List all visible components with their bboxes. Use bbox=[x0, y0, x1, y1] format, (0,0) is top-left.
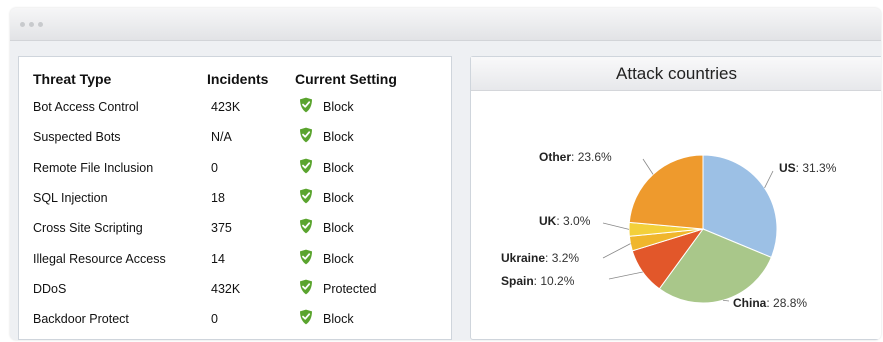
pie-leader-line bbox=[642, 158, 654, 175]
incidents-cell: 423K bbox=[211, 100, 241, 114]
title-bar bbox=[10, 8, 881, 41]
threat-type-cell: Illegal Resource Access bbox=[33, 251, 166, 266]
threat-type-cell: Backdoor Protect bbox=[33, 312, 129, 327]
header-current-setting: Current Setting bbox=[295, 71, 397, 87]
threat-table: Threat Type Incidents Current Setting Bo… bbox=[18, 56, 452, 340]
attack-countries-panel: Attack countries US: 31.3% China: 28.8% Sp… bbox=[470, 56, 881, 340]
table-row[interactable]: Cross Site Scripting 375 Block bbox=[19, 214, 451, 244]
incidents-cell: 0 bbox=[211, 312, 218, 327]
threat-type-cell: Cross Site Scripting bbox=[33, 221, 143, 236]
shield-check-icon bbox=[300, 188, 312, 204]
setting-cell[interactable]: Block bbox=[323, 312, 354, 326]
shield-check-icon bbox=[300, 249, 312, 264]
incidents-cell: 18 bbox=[211, 190, 225, 205]
table-row[interactable]: Suspected Bots N/A Block bbox=[19, 123, 451, 153]
pie-leader-line bbox=[722, 299, 730, 302]
setting-cell[interactable]: Block bbox=[323, 191, 354, 205]
threat-type-cell: SQL Injection bbox=[33, 190, 108, 205]
window-dot-icon[interactable] bbox=[38, 22, 43, 27]
setting-cell[interactable]: Block bbox=[323, 130, 354, 144]
setting-cell[interactable]: Protected bbox=[323, 282, 377, 296]
window-dot-icon[interactable] bbox=[20, 22, 25, 27]
table-row[interactable]: SQL Injection 18 Block bbox=[19, 184, 451, 214]
pie-label-spain: Spain: 10.2% bbox=[501, 274, 575, 288]
shield-check-icon bbox=[300, 127, 312, 143]
header-incidents: Incidents bbox=[207, 71, 269, 87]
incidents-cell: 0 bbox=[211, 160, 218, 175]
window-dot-icon[interactable] bbox=[29, 22, 34, 27]
shield-check-icon bbox=[300, 97, 312, 113]
shield-check-icon bbox=[300, 218, 312, 234]
threat-type-cell: Bot Access Control bbox=[33, 100, 139, 114]
threat-type-cell: Remote File Inclusion bbox=[33, 160, 154, 175]
table-row[interactable]: Bot Access Control 423K Block bbox=[19, 93, 451, 123]
incidents-cell: 375 bbox=[211, 221, 232, 236]
table-row[interactable]: Backdoor Protect 0 Block bbox=[19, 305, 451, 335]
pie-label-uk: UK: 3.0% bbox=[539, 214, 591, 228]
header-threat-type: Threat Type bbox=[33, 71, 112, 87]
shield-check-icon bbox=[300, 309, 312, 325]
setting-cell[interactable]: Block bbox=[323, 100, 354, 114]
pie-leader-line bbox=[602, 243, 631, 259]
pie-leader-line bbox=[602, 222, 630, 230]
incidents-cell: 432K bbox=[211, 281, 241, 296]
shield-check-icon bbox=[300, 279, 312, 295]
pie-label-ukraine: Ukraine: 3.2% bbox=[501, 251, 579, 265]
shield-check-icon bbox=[300, 158, 312, 173]
pie-leader-line bbox=[608, 271, 643, 280]
table-row[interactable]: Illegal Resource Access 14 Block bbox=[19, 245, 451, 275]
pie-slice-other[interactable] bbox=[628, 154, 704, 230]
table-row[interactable]: DDoS 432K Protected bbox=[19, 275, 451, 305]
incidents-cell: 14 bbox=[211, 251, 225, 266]
pie-chart: US: 31.3% China: 28.8% Spain: 10.2% Ukraine… bbox=[501, 150, 837, 310]
threat-type-cell: Suspected Bots bbox=[33, 130, 121, 145]
setting-cell[interactable]: Block bbox=[323, 252, 354, 266]
pie-leader-line bbox=[764, 170, 774, 189]
setting-cell[interactable]: Block bbox=[323, 221, 354, 235]
table-row[interactable]: Remote File Inclusion 0 Block bbox=[19, 154, 451, 184]
incidents-cell: N/A bbox=[211, 130, 232, 145]
pie-label-us: US: 31.3% bbox=[779, 161, 837, 175]
app-window: Threat Type Incidents Current Setting Bo… bbox=[10, 8, 881, 340]
threat-type-cell: DDoS bbox=[33, 281, 67, 296]
pie-label-other: Other: 23.6% bbox=[539, 150, 612, 164]
pie-label-china: China: 28.8% bbox=[733, 296, 807, 310]
setting-cell[interactable]: Block bbox=[323, 161, 354, 175]
